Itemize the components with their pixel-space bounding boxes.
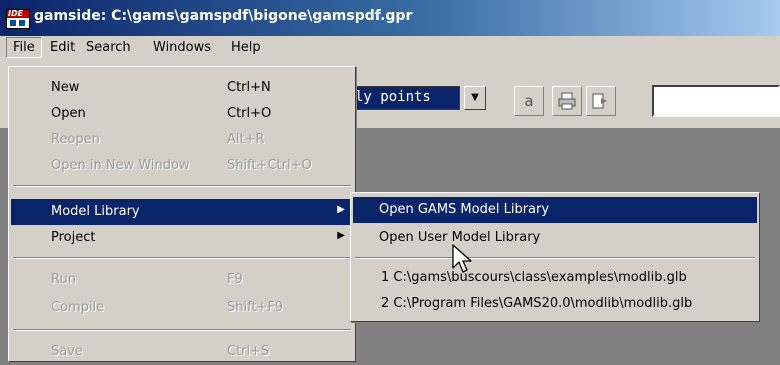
- menu-item-label: Open: [51, 106, 86, 121]
- menu-item-compile: Compile Shift+F9: [11, 295, 353, 321]
- menu-item-save: Save Ctrl+S: [11, 339, 353, 365]
- menu-item-shortcut: Ctrl+S: [227, 344, 270, 359]
- menu-search[interactable]: Search: [86, 40, 131, 55]
- menu-help[interactable]: Help: [231, 40, 261, 55]
- menu-item-model-library[interactable]: Model Library ▶: [11, 199, 353, 225]
- app-icon-label: IDE: [8, 9, 24, 18]
- menu-item-shortcut: Alt+R: [227, 132, 265, 147]
- menu-file[interactable]: File: [6, 37, 42, 58]
- menu-separator: [355, 257, 755, 259]
- export-icon: [592, 93, 607, 109]
- menu-separator: [13, 329, 351, 331]
- menu-item-label: 2 C:\Program Files\GAMS20.0\modlib\modli…: [381, 296, 693, 311]
- menu-item-label: 1 C:\gams\buscours\class\examples\modlib…: [381, 270, 687, 285]
- menu-item-label: New: [51, 80, 80, 95]
- app-icon[interactable]: IDE: [6, 9, 30, 29]
- menu-item-shortcut: Shift+F9: [227, 300, 284, 315]
- title-bar: IDE gamside: C:\gams\gamspdf\bigone\gams…: [0, 0, 780, 36]
- file-menu: New Ctrl+N Open Ctrl+O Reopen Alt+R Open…: [8, 66, 356, 362]
- menu-item-open-gams-model-library[interactable]: Open GAMS Model Library: [353, 197, 757, 223]
- menu-edit[interactable]: Edit: [50, 40, 75, 55]
- menu-item-label: Open GAMS Model Library: [379, 202, 550, 217]
- font-a-button[interactable]: a: [514, 86, 544, 116]
- menu-item-shortcut: Ctrl+N: [227, 80, 271, 95]
- menu-separator: [13, 185, 351, 187]
- window-title: gamside: C:\gams\gamspdf\bigone\gamspdf.…: [34, 8, 413, 24]
- chevron-down-icon: ▼: [471, 92, 479, 103]
- mouse-cursor-icon: [452, 244, 472, 273]
- menu-item-open[interactable]: Open Ctrl+O: [11, 101, 353, 127]
- submenu-arrow-icon: ▶: [337, 204, 345, 215]
- menu-bar: File Edit Search Windows Help: [0, 36, 780, 63]
- search-input[interactable]: [652, 85, 780, 117]
- menu-item-shortcut: F9: [227, 272, 243, 287]
- model-combo[interactable]: ly points: [350, 86, 460, 110]
- menu-item-shortcut: Shift+Ctrl+O: [227, 158, 312, 173]
- menu-item-recent-library-1[interactable]: 1 C:\gams\buscours\class\examples\modlib…: [353, 265, 757, 291]
- menu-item-label: Run: [51, 272, 76, 287]
- menu-item-label: Project: [51, 230, 96, 245]
- menu-item-label: Model Library: [51, 204, 140, 219]
- menu-item-run: Run F9: [11, 267, 353, 293]
- submenu-arrow-icon: ▶: [337, 230, 345, 241]
- menu-item-shortcut: Ctrl+O: [227, 106, 272, 121]
- menu-item-new[interactable]: New Ctrl+N: [11, 75, 353, 101]
- menu-item-label: Open in New Window: [51, 158, 190, 173]
- menu-item-reopen: Reopen Alt+R: [11, 127, 353, 153]
- export-button[interactable]: [586, 86, 616, 116]
- combo-dropdown-button[interactable]: ▼: [464, 86, 486, 110]
- menu-item-open-user-model-library[interactable]: Open User Model Library: [353, 225, 757, 251]
- a-icon: a: [524, 92, 534, 110]
- menu-windows[interactable]: Windows: [153, 40, 211, 55]
- menu-item-label: Compile: [51, 300, 105, 315]
- menu-separator: [13, 257, 351, 259]
- menu-item-label: Open User Model Library: [379, 230, 541, 245]
- print-button[interactable]: [552, 86, 582, 116]
- menu-item-open-new-window: Open in New Window Shift+Ctrl+O: [11, 153, 353, 179]
- menu-item-recent-library-2[interactable]: 2 C:\Program Files\GAMS20.0\modlib\modli…: [353, 291, 757, 317]
- menu-item-label: Reopen: [51, 132, 100, 147]
- menu-item-project[interactable]: Project ▶: [11, 225, 353, 251]
- model-library-submenu: Open GAMS Model Library Open User Model …: [350, 192, 760, 322]
- printer-icon: [558, 92, 576, 110]
- menu-item-label: Save: [51, 344, 83, 359]
